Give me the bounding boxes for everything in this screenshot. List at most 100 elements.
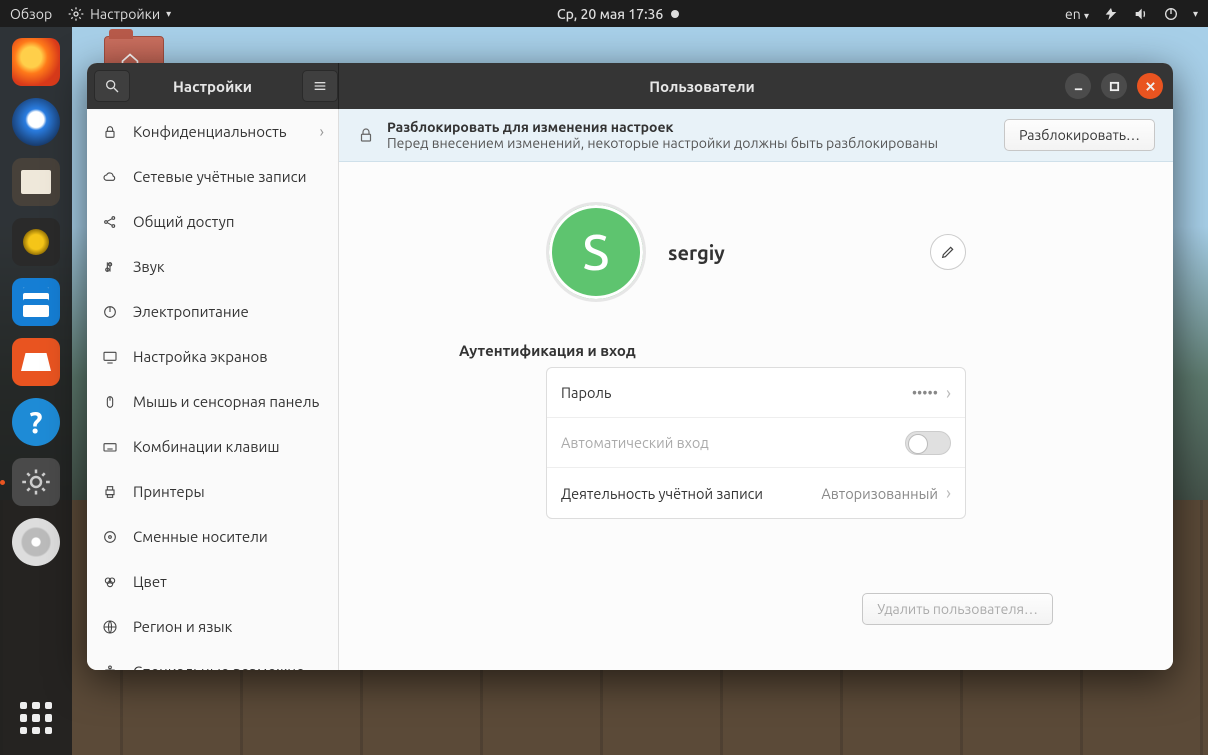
toggle-switch[interactable] <box>905 431 951 455</box>
sidebar-item-label: Общий доступ <box>133 213 324 230</box>
launcher-software[interactable] <box>9 335 63 389</box>
sidebar-item-label: Настройка экранов <box>133 348 324 365</box>
sidebar-item-label: Мышь и сенсорная панель <box>133 393 324 410</box>
cloud-icon <box>101 168 119 186</box>
power-icon[interactable] <box>1163 6 1179 22</box>
sidebar-item-power[interactable]: Электропитание <box>87 289 338 334</box>
launcher-show-apps[interactable] <box>9 691 63 745</box>
sidebar-item-share[interactable]: Общий доступ <box>87 199 338 244</box>
user-name: sergiy <box>668 241 725 264</box>
auth-row-label: Автоматический вход <box>561 434 905 451</box>
chevron-right-icon: › <box>320 123 325 141</box>
sidebar-item-media[interactable]: Сменные носители <box>87 514 338 559</box>
auth-row[interactable]: Автоматический вход <box>547 418 965 468</box>
unlock-infobar: Разблокировать для изменения настроек Пе… <box>339 109 1173 162</box>
sidebar-item-label: Сетевые учётные записи <box>133 168 324 185</box>
mouse-icon <box>101 393 119 411</box>
auth-section-title: Аутентификация и вход <box>459 342 879 359</box>
color-icon <box>101 573 119 591</box>
launcher-writer[interactable] <box>9 275 63 329</box>
top-panel: Обзор Настройки ▾ Ср, 20 мая 17:36 en ▾ … <box>0 0 1208 27</box>
search-icon <box>104 78 120 94</box>
sidebar-item-label: Комбинации клавиш <box>133 438 324 455</box>
sidebar-item-label: Конфиденциальность <box>133 123 306 140</box>
launcher-firefox[interactable] <box>9 35 63 89</box>
sidebar-item-label: Звук <box>133 258 324 275</box>
launcher-rhythmbox[interactable] <box>9 215 63 269</box>
sidebar-item-region[interactable]: Регион и язык <box>87 604 338 649</box>
keyboard-layout-indicator[interactable]: en ▾ <box>1065 6 1089 22</box>
sidebar-item-lock[interactable]: Конфиденциальность › <box>87 109 338 154</box>
app-menu[interactable]: Настройки ▾ <box>68 6 171 22</box>
launcher-disc[interactable] <box>9 515 63 569</box>
sidebar-item-cloud[interactable]: Сетевые учётные записи <box>87 154 338 199</box>
auth-row-value: Авторизованный <box>821 485 938 502</box>
launcher-settings[interactable] <box>9 455 63 509</box>
sidebar-item-color[interactable]: Цвет <box>87 559 338 604</box>
sidebar-item-label: Специальные возможности <box>133 663 324 670</box>
notification-dot-icon <box>671 10 679 18</box>
sidebar-item-sound[interactable]: Звук <box>87 244 338 289</box>
power-icon <box>101 303 119 321</box>
settings-window: Настройки Пользователи Конфиденциальност… <box>87 63 1173 670</box>
search-button[interactable] <box>94 70 130 102</box>
auth-row-label: Пароль <box>561 384 912 401</box>
delete-user-button[interactable]: Удалить пользователя… <box>862 593 1053 625</box>
auth-row-value: ••••• <box>912 384 938 401</box>
auth-row[interactable]: Деятельность учётной записиАвторизованны… <box>547 468 965 518</box>
window-close-button[interactable] <box>1137 73 1163 99</box>
gear-icon <box>21 467 51 497</box>
display-icon <box>101 348 119 366</box>
unlock-button[interactable]: Разблокировать… <box>1004 119 1155 151</box>
auth-row-label: Деятельность учётной записи <box>561 485 821 502</box>
window-maximize-button[interactable] <box>1101 73 1127 99</box>
chevron-right-icon: › <box>946 383 951 403</box>
sidebar-item-a11y[interactable]: Специальные возможности <box>87 649 338 670</box>
sidebar-item-keyboard[interactable]: Комбинации клавиш <box>87 424 338 469</box>
activities-button[interactable]: Обзор <box>10 6 52 22</box>
page-title: Пользователи <box>339 78 1065 95</box>
sidebar-title: Настройки <box>130 78 295 95</box>
launcher-thunderbird[interactable] <box>9 95 63 149</box>
volume-icon[interactable] <box>1133 6 1149 22</box>
share-icon <box>101 213 119 231</box>
edit-user-button[interactable] <box>930 234 966 270</box>
sidebar-item-mouse[interactable]: Мышь и сенсорная панель <box>87 379 338 424</box>
launcher-help[interactable]: ? <box>9 395 63 449</box>
launcher-files[interactable] <box>9 155 63 209</box>
chevron-down-icon: ▾ <box>1193 8 1198 20</box>
pencil-icon <box>940 244 956 260</box>
sidebar-item-label: Регион и язык <box>133 618 324 635</box>
clock[interactable]: Ср, 20 мая 17:36 <box>557 6 663 22</box>
region-icon <box>101 618 119 636</box>
keyboard-icon <box>101 438 119 456</box>
sidebar-item-label: Принтеры <box>133 483 324 500</box>
window-minimize-button[interactable] <box>1065 73 1091 99</box>
sidebar-item-label: Сменные носители <box>133 528 324 545</box>
user-avatar[interactable]: S <box>546 202 646 302</box>
gear-icon <box>68 6 84 22</box>
network-icon[interactable] <box>1103 6 1119 22</box>
settings-sidebar[interactable]: Конфиденциальность › Сетевые учётные запис… <box>87 109 339 670</box>
lock-icon <box>101 123 119 141</box>
titlebar: Настройки Пользователи <box>87 63 1173 109</box>
launcher-dock: ? <box>0 27 72 755</box>
infobar-title: Разблокировать для изменения настроек <box>387 119 992 135</box>
menu-icon <box>312 78 328 94</box>
sidebar-item-printer[interactable]: Принтеры <box>87 469 338 514</box>
sidebar-item-label: Электропитание <box>133 303 324 320</box>
chevron-right-icon: › <box>946 483 951 503</box>
sidebar-item-display[interactable]: Настройка экранов <box>87 334 338 379</box>
auth-list: Пароль••••• › Автоматический вход Деятельно… <box>546 367 966 519</box>
auth-row[interactable]: Пароль••••• › <box>547 368 965 418</box>
hamburger-button[interactable] <box>302 70 338 102</box>
sound-icon <box>101 258 119 276</box>
content-pane: Разблокировать для изменения настроек Пе… <box>339 109 1173 670</box>
lock-icon <box>357 126 375 144</box>
printer-icon <box>101 483 119 501</box>
app-menu-label: Настройки <box>90 6 160 22</box>
media-icon <box>101 528 119 546</box>
sidebar-item-label: Цвет <box>133 573 324 590</box>
a11y-icon <box>101 663 119 671</box>
infobar-subtitle: Перед внесением изменений, некоторые нас… <box>387 135 938 151</box>
